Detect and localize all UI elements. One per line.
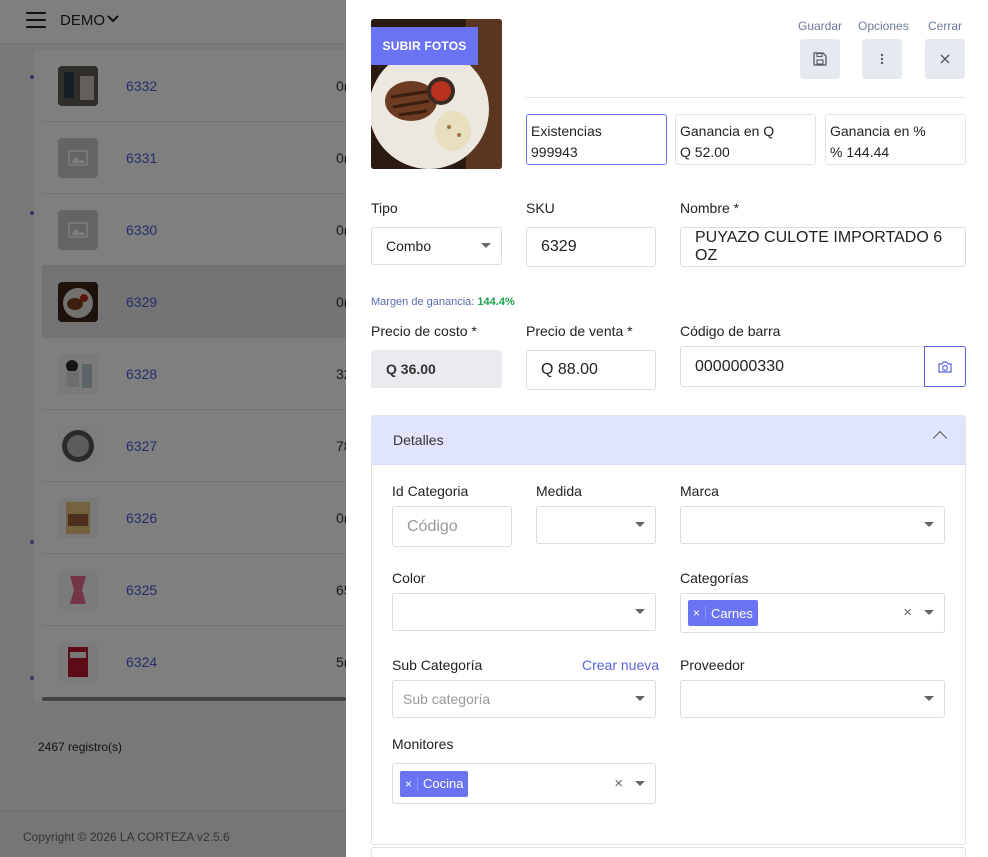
- caret-down-icon: [924, 522, 934, 527]
- product-edit-drawer: SUBIR FOTOS Guardar Opciones Cerrar Exis…: [346, 0, 988, 857]
- close-action: Cerrar: [921, 19, 969, 79]
- brand-label: Marca: [680, 483, 719, 499]
- subcategory-label: Sub Categoría: [392, 657, 483, 673]
- options-action: Opciones: [858, 19, 909, 79]
- stock-label: Existencias: [531, 123, 602, 139]
- stock-value: 999943: [531, 144, 578, 160]
- unit-select[interactable]: [536, 506, 656, 544]
- chevron-up-icon[interactable]: [932, 430, 948, 446]
- monitor-tag: × Cocina: [400, 770, 469, 797]
- sku-input[interactable]: 6329: [526, 227, 656, 267]
- details-panel-header[interactable]: Detalles: [372, 416, 965, 465]
- profit-percent-value: % 144.44: [830, 144, 890, 160]
- barcode-label: Código de barra: [680, 323, 781, 339]
- caret-down-icon: [924, 696, 934, 701]
- monitors-label: Monitores: [392, 736, 454, 752]
- barcode-input[interactable]: 0000000330: [680, 346, 925, 387]
- cost-price-field: Q 36.00: [371, 350, 502, 388]
- subcategory-select[interactable]: Sub categoría: [392, 680, 656, 718]
- unit-label: Medida: [536, 483, 582, 499]
- type-select[interactable]: Combo: [371, 227, 502, 265]
- camera-icon: [938, 360, 952, 373]
- monitors-select[interactable]: × Cocina ×: [392, 763, 656, 804]
- sale-price-input[interactable]: Q 88.00: [526, 350, 656, 390]
- next-section-panel: [371, 847, 966, 857]
- caret-down-icon: [635, 609, 645, 614]
- close-label: Cerrar: [927, 19, 962, 33]
- caret-down-icon: [481, 243, 491, 248]
- sale-price-value: Q 88.00: [541, 361, 598, 378]
- sku-value: 6329: [541, 238, 577, 255]
- clear-icon[interactable]: ×: [614, 775, 623, 792]
- floppy-disk-icon: [813, 52, 827, 66]
- category-id-label: Id Categoria: [392, 483, 469, 499]
- close-button[interactable]: [925, 39, 965, 79]
- stock-card[interactable]: Existencias 999943: [526, 114, 667, 165]
- name-label: Nombre *: [680, 200, 740, 216]
- monitor-tag-label: Cocina: [423, 776, 464, 791]
- clear-icon[interactable]: ×: [903, 604, 912, 621]
- category-id-input[interactable]: Código: [392, 506, 512, 547]
- save-button[interactable]: [800, 39, 840, 79]
- details-title: Detalles: [393, 432, 444, 448]
- profit-q-value: Q 52.00: [680, 144, 730, 160]
- subcategory-placeholder: Sub categoría: [403, 691, 491, 707]
- remove-tag-icon[interactable]: ×: [400, 776, 418, 791]
- create-new-link[interactable]: Crear nueva: [582, 657, 659, 673]
- header-divider: [526, 97, 966, 98]
- save-label: Guardar: [797, 19, 843, 33]
- name-input[interactable]: PUYAZO CULOTE IMPORTADO 6 OZ: [680, 227, 966, 267]
- options-button[interactable]: [862, 39, 902, 79]
- cost-price-value: Q 36.00: [386, 361, 436, 377]
- margin-value: 144.4%: [477, 296, 515, 308]
- profit-q-card[interactable]: Ganancia en Q Q 52.00: [675, 114, 816, 165]
- profit-q-label: Ganancia en Q: [680, 123, 775, 139]
- category-tag: × Carnes: [688, 600, 758, 626]
- caret-down-icon: [635, 522, 645, 527]
- upload-photos-button[interactable]: SUBIR FOTOS: [371, 27, 478, 65]
- name-value: PUYAZO CULOTE IMPORTADO 6 OZ: [695, 229, 943, 264]
- cost-price-label: Precio de costo *: [371, 323, 477, 339]
- categories-label: Categorías: [680, 570, 749, 586]
- color-label: Color: [392, 570, 426, 586]
- profit-percent-card[interactable]: Ganancia en % % 144.44: [825, 114, 966, 165]
- sale-price-label: Precio de venta *: [526, 323, 633, 339]
- profit-percent-label: Ganancia en %: [830, 123, 926, 139]
- brand-select[interactable]: [680, 506, 945, 544]
- color-select[interactable]: [392, 593, 656, 631]
- caret-down-icon: [635, 780, 645, 786]
- type-label: Tipo: [371, 200, 398, 216]
- category-tag-label: Carnes: [711, 605, 753, 621]
- options-label: Opciones: [858, 19, 909, 33]
- remove-tag-icon[interactable]: ×: [688, 606, 706, 620]
- sku-label: SKU: [526, 200, 555, 216]
- caret-down-icon: [635, 696, 645, 701]
- supplier-label: Proveedor: [680, 657, 745, 673]
- close-icon: [940, 54, 950, 64]
- category-id-placeholder: Código: [407, 517, 458, 535]
- caret-down-icon: [924, 610, 934, 615]
- categories-select[interactable]: × Carnes ×: [680, 593, 945, 633]
- barcode-scan-button[interactable]: [924, 346, 966, 387]
- margin-label: Margen de ganancia:: [371, 296, 475, 308]
- type-value: Combo: [386, 238, 432, 254]
- more-vertical-icon: [880, 53, 884, 65]
- barcode-value: 0000000330: [695, 357, 784, 375]
- margin-note: Margen de ganancia: 144.4%: [371, 296, 515, 308]
- supplier-select[interactable]: [680, 680, 945, 718]
- save-action: Guardar: [796, 19, 844, 79]
